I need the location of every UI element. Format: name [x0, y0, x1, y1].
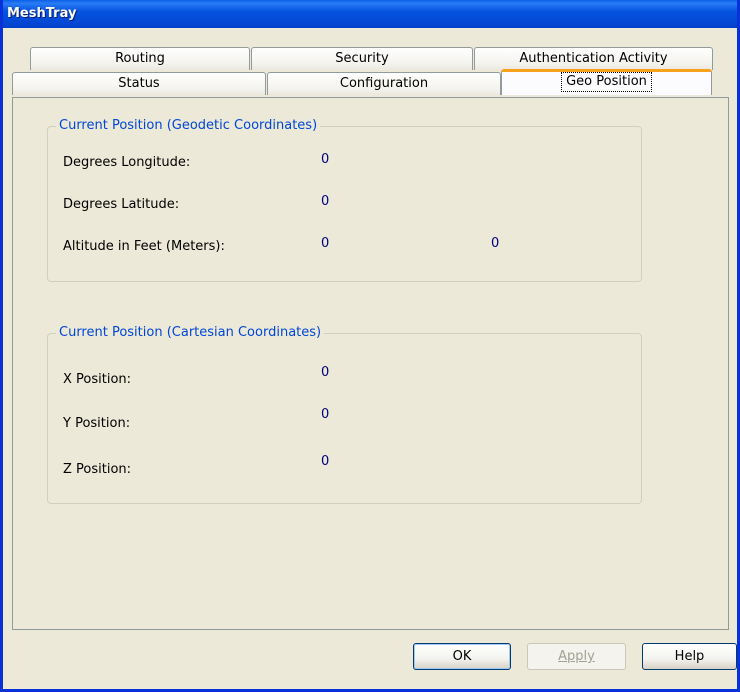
help-button[interactable]: Help: [642, 643, 737, 670]
cartesian-group-legend: Current Position (Cartesian Coordinates): [56, 325, 325, 341]
tab-status[interactable]: Status: [12, 72, 266, 95]
geodetic-group: Current Position (Geodetic Coordinates) …: [47, 118, 642, 282]
longitude-label: Degrees Longitude:: [63, 155, 191, 170]
apply-button-label: Apply: [558, 649, 595, 664]
tab-routing[interactable]: Routing: [30, 47, 250, 70]
altitude-meters-value: 0: [491, 236, 500, 251]
cartesian-group: Current Position (Cartesian Coordinates)…: [47, 325, 642, 504]
z-position-label: Z Position:: [63, 462, 132, 477]
meshtray-window: MeshTray Routing Security Authentication…: [0, 0, 740, 692]
tab-geo-position[interactable]: Geo Position: [501, 69, 712, 95]
y-position-label: Y Position:: [63, 416, 131, 431]
tab-geo-position-label: Geo Position: [561, 72, 652, 92]
longitude-value: 0: [321, 152, 330, 167]
latitude-value: 0: [321, 194, 330, 209]
ok-button[interactable]: OK: [413, 643, 511, 670]
tab-configuration[interactable]: Configuration: [267, 72, 501, 95]
y-position-value: 0: [321, 407, 330, 422]
altitude-label: Altitude in Feet (Meters):: [63, 239, 225, 254]
title-bar[interactable]: MeshTray: [3, 0, 737, 28]
tab-configuration-label: Configuration: [339, 76, 429, 91]
window-title: MeshTray: [7, 6, 77, 21]
tab-routing-label: Routing: [115, 51, 165, 66]
altitude-feet-value: 0: [321, 236, 330, 251]
ok-button-label: OK: [452, 649, 472, 664]
tab-security[interactable]: Security: [251, 47, 473, 70]
apply-button[interactable]: Apply: [527, 643, 626, 670]
tab-panel-geo-position: Current Position (Geodetic Coordinates) …: [12, 97, 729, 630]
x-position-label: X Position:: [63, 372, 132, 387]
help-button-label: Help: [674, 649, 705, 664]
tab-authentication-activity[interactable]: Authentication Activity: [474, 47, 713, 70]
latitude-label: Degrees Latitude:: [63, 197, 180, 212]
tab-authentication-activity-label: Authentication Activity: [519, 51, 668, 66]
tab-status-label: Status: [118, 76, 160, 91]
x-position-value: 0: [321, 365, 330, 380]
geodetic-group-legend: Current Position (Geodetic Coordinates): [56, 118, 321, 134]
tab-security-label: Security: [335, 51, 389, 66]
z-position-value: 0: [321, 454, 330, 469]
